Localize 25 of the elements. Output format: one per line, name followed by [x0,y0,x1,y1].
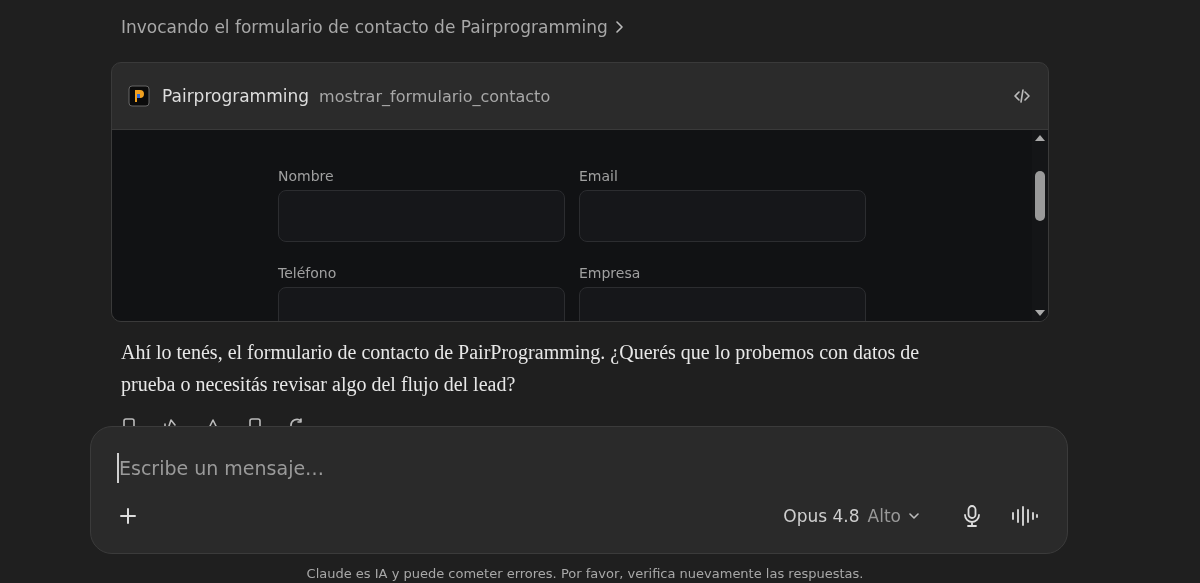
disclaimer-text: Claude es IA y puede cometer errores. Por favor, verifica nuevamente las respuestas. [305,566,865,581]
app-name: Pairprogramming [162,86,310,106]
plus-icon[interactable] [117,505,139,527]
field-label: Email [579,168,619,184]
caret-icon [909,513,919,519]
input-field[interactable] [278,190,565,242]
copy-icon[interactable] [121,418,137,426]
app-logo-icon [128,85,150,107]
field-label: Teléfono [278,265,338,281]
assistant-message: Ahí lo tenés, el formulario de contacto de PairProgramming. ¿Querés que lo probemos con datos de prueba o necesitás revisar algo del flujo del lead? [121,340,921,398]
microphone-icon[interactable] [961,503,983,529]
message-input[interactable]: Escribe un mensaje… [117,453,1041,483]
scrollbar-thumb[interactable] [1035,170,1045,221]
scroll-up-icon[interactable] [1034,134,1046,142]
field-label: Nombre [278,168,335,184]
tool-name: mostrar_formulario_contacto [319,86,552,106]
code-icon[interactable] [1012,87,1032,105]
chevron-right-icon [615,21,623,33]
model-selector[interactable]: Opus 4.8 Alto [777,505,925,527]
input-field[interactable] [579,190,866,242]
breadcrumb-text[interactable]: Invocando el formulario de contacto de Pairprogramming [121,17,608,37]
field-label: Empresa [579,265,642,281]
voice-icon[interactable] [1009,503,1041,529]
scroll-down-icon[interactable] [1034,309,1046,317]
retry-icon[interactable] [289,418,305,426]
